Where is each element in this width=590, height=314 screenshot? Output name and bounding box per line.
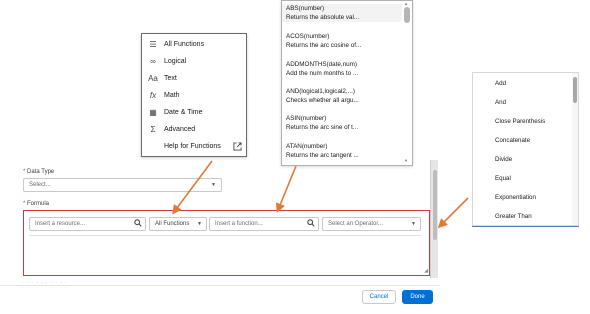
arrow-to-operator-select bbox=[437, 197, 469, 229]
annotation-arrows bbox=[172, 160, 469, 229]
arrow-to-function-input bbox=[275, 165, 297, 213]
arrow-to-category-select bbox=[172, 160, 213, 215]
